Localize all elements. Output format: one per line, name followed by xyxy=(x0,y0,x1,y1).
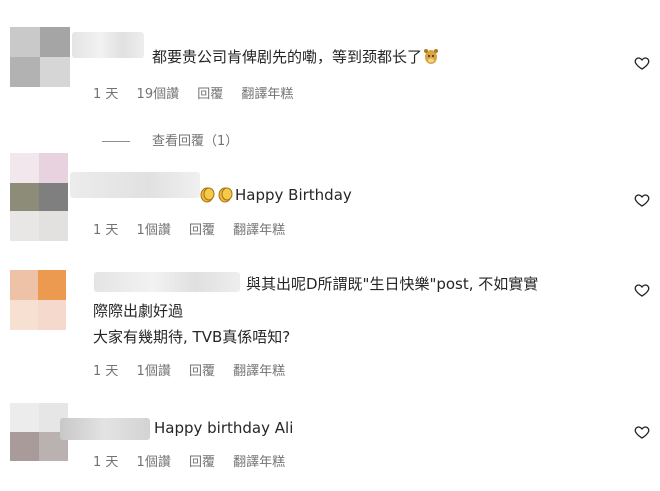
reply-button[interactable]: 回覆 xyxy=(189,455,215,470)
translate-button[interactable]: 翻譯年糕 xyxy=(233,455,285,470)
comment-text-line-2: 際際出劇好過 xyxy=(93,302,184,320)
reply-button[interactable]: 回覆 xyxy=(189,223,215,238)
username-blurred[interactable] xyxy=(72,32,144,58)
replies-divider xyxy=(102,141,130,142)
likes-count[interactable]: 1個讚 xyxy=(137,364,171,379)
username-blurred[interactable] xyxy=(94,272,240,292)
likes-count[interactable]: 19個讚 xyxy=(137,87,180,102)
heart-icon[interactable] xyxy=(634,192,650,208)
comment-time: 1 天 xyxy=(93,223,119,238)
giraffe-emoji-icon xyxy=(424,49,439,64)
likes-count[interactable]: 1個讚 xyxy=(137,455,171,470)
likes-count[interactable]: 1個讚 xyxy=(137,223,171,238)
clapping-hands-emoji-icon xyxy=(200,187,215,203)
heart-icon[interactable] xyxy=(634,282,650,298)
clapping-hands-emoji-icon xyxy=(218,187,233,203)
translate-button[interactable]: 翻譯年糕 xyxy=(233,364,285,379)
comment-text: 都要贵公司肯俾剧先的嘞，等到颈都长了 xyxy=(152,45,440,69)
comment-meta: 1 天 1個讚 回覆 翻譯年糕 xyxy=(93,360,299,379)
comment-time: 1 天 xyxy=(93,87,119,102)
comment-text: Happy birthday Ali xyxy=(154,419,294,437)
comment-time: 1 天 xyxy=(93,364,119,379)
translate-button[interactable]: 翻譯年糕 xyxy=(233,223,285,238)
heart-icon[interactable] xyxy=(634,55,650,71)
comment-time: 1 天 xyxy=(93,455,119,470)
reply-button[interactable]: 回覆 xyxy=(197,87,223,102)
reply-button[interactable]: 回覆 xyxy=(189,364,215,379)
view-replies-button[interactable]: 查看回覆（1） xyxy=(102,130,238,149)
comment-text-line-3: 大家有幾期待, TVB真係唔知? xyxy=(93,328,291,346)
comment-meta: 1 天 1個讚 回覆 翻譯年糕 xyxy=(93,219,299,238)
heart-icon[interactable] xyxy=(634,424,650,440)
avatar[interactable] xyxy=(10,153,68,241)
translate-button[interactable]: 翻譯年糕 xyxy=(241,87,293,102)
username-blurred[interactable] xyxy=(70,172,200,198)
avatar[interactable] xyxy=(10,27,70,87)
comment-text-line-1: 與其出呢D所謂既"生日快樂"post, 不如實實 xyxy=(246,275,539,293)
comment-meta: 1 天 19個讚 回覆 翻譯年糕 xyxy=(93,83,307,102)
comment-meta: 1 天 1個讚 回覆 翻譯年糕 xyxy=(93,451,299,470)
comment-text: Happy Birthday xyxy=(199,183,352,207)
avatar[interactable] xyxy=(10,270,66,330)
username-blurred[interactable] xyxy=(60,418,150,440)
